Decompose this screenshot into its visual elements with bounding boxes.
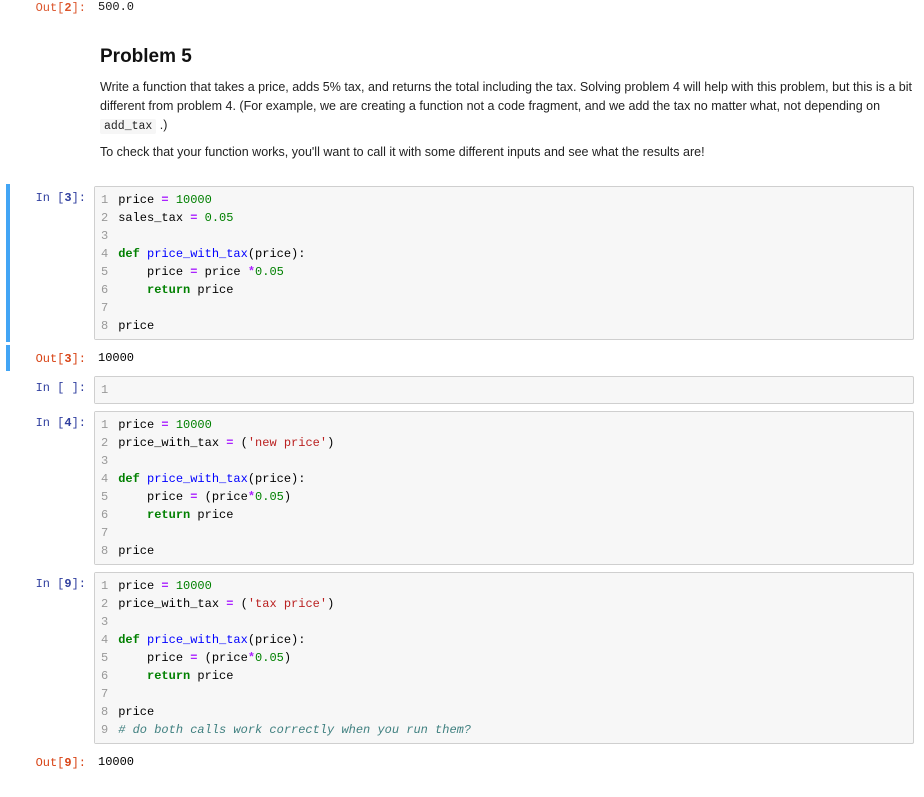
line-number: 3 <box>101 452 108 470</box>
code-lines[interactable]: price = 10000price_with_tax = ('tax pric… <box>114 573 913 743</box>
code-editor-3[interactable]: 12345678 price = 10000sales_tax = 0.05 d… <box>94 186 914 340</box>
code-line[interactable]: def price_with_tax(price): <box>118 245 907 263</box>
code-line[interactable]: price <box>118 317 907 335</box>
line-number: 2 <box>101 434 108 452</box>
line-number: 4 <box>101 470 108 488</box>
line-number: 3 <box>101 613 108 631</box>
line-number: 1 <box>101 381 108 399</box>
code-line[interactable]: price = price *0.05 <box>118 263 907 281</box>
output-value-9: 10000 <box>94 751 914 773</box>
line-number: 6 <box>101 667 108 685</box>
code-line[interactable]: price = 10000 <box>118 191 907 209</box>
code-line[interactable]: sales_tax = 0.05 <box>118 209 907 227</box>
line-number: 5 <box>101 263 108 281</box>
inline-code-addtax: add_tax <box>100 119 156 134</box>
code-cell-9[interactable]: In [9]: 123456789 price = 10000price_wit… <box>10 570 914 746</box>
line-number: 6 <box>101 281 108 299</box>
line-number: 6 <box>101 506 108 524</box>
line-gutter: 1 <box>95 377 114 403</box>
in-prompt-3: In [3]: <box>10 186 94 340</box>
code-lines[interactable]: price = 10000price_with_tax = ('new pric… <box>114 412 913 564</box>
line-gutter: 12345678 <box>95 187 114 339</box>
code-cell-3[interactable]: In [3]: 12345678 price = 10000sales_tax … <box>6 184 914 342</box>
code-line[interactable] <box>118 381 907 399</box>
output-cell-9: Out[9]: 10000 <box>10 749 914 775</box>
line-number: 1 <box>101 416 108 434</box>
markdown-problem-5: Problem 5 Write a function that takes a … <box>10 24 914 174</box>
line-number: 7 <box>101 524 108 542</box>
line-number: 5 <box>101 649 108 667</box>
line-number: 5 <box>101 488 108 506</box>
code-editor-empty[interactable]: 1 <box>94 376 914 404</box>
code-line[interactable]: return price <box>118 506 907 524</box>
code-line[interactable] <box>118 685 907 703</box>
code-lines[interactable] <box>114 377 913 403</box>
out-prompt-top: Out[2]: <box>10 0 94 18</box>
in-prompt-4: In [4]: <box>10 411 94 565</box>
line-number: 7 <box>101 685 108 703</box>
code-line[interactable]: return price <box>118 667 907 685</box>
code-cell-4[interactable]: In [4]: 12345678 price = 10000price_with… <box>10 409 914 567</box>
output-value-top: 500.0 <box>94 0 914 18</box>
in-prompt-9: In [9]: <box>10 572 94 744</box>
code-line[interactable]: price <box>118 542 907 560</box>
notebook: Out[2]: 500.0 Problem 5 Write a function… <box>10 0 914 775</box>
code-line[interactable] <box>118 524 907 542</box>
output-cell-3: Out[3]: 10000 <box>6 345 914 371</box>
line-gutter: 123456789 <box>95 573 114 743</box>
code-line[interactable]: return price <box>118 281 907 299</box>
line-number: 7 <box>101 299 108 317</box>
code-line[interactable]: # do both calls work correctly when you … <box>118 721 907 739</box>
line-number: 2 <box>101 209 108 227</box>
problem-paragraph-2: To check that your function works, you'l… <box>100 143 914 162</box>
output-value-3: 10000 <box>94 347 914 369</box>
line-number: 1 <box>101 577 108 595</box>
line-number: 4 <box>101 631 108 649</box>
out-prompt-9: Out[9]: <box>10 751 94 773</box>
line-number: 1 <box>101 191 108 209</box>
code-line[interactable] <box>118 452 907 470</box>
problem-paragraph-1: Write a function that takes a price, add… <box>100 78 914 135</box>
code-line[interactable]: price = (price*0.05) <box>118 649 907 667</box>
line-number: 4 <box>101 245 108 263</box>
line-number: 8 <box>101 703 108 721</box>
line-gutter: 12345678 <box>95 412 114 564</box>
code-line[interactable] <box>118 613 907 631</box>
in-prompt-empty: In [ ]: <box>10 376 94 404</box>
output-cell-top: Out[2]: 500.0 <box>10 0 914 20</box>
code-line[interactable]: def price_with_tax(price): <box>118 470 907 488</box>
code-line[interactable]: price = 10000 <box>118 416 907 434</box>
code-lines[interactable]: price = 10000sales_tax = 0.05 def price_… <box>114 187 913 339</box>
code-line[interactable]: def price_with_tax(price): <box>118 631 907 649</box>
code-editor-4[interactable]: 12345678 price = 10000price_with_tax = (… <box>94 411 914 565</box>
code-line[interactable]: price <box>118 703 907 721</box>
code-cell-empty[interactable]: In [ ]: 1 <box>10 374 914 406</box>
code-line[interactable] <box>118 227 907 245</box>
line-number: 8 <box>101 317 108 335</box>
code-line[interactable] <box>118 299 907 317</box>
out-prompt-3: Out[3]: <box>10 347 94 369</box>
problem-heading: Problem 5 <box>100 46 914 68</box>
code-line[interactable]: price_with_tax = ('new price') <box>118 434 907 452</box>
code-line[interactable]: price = (price*0.05) <box>118 488 907 506</box>
line-number: 9 <box>101 721 108 739</box>
code-editor-9[interactable]: 123456789 price = 10000price_with_tax = … <box>94 572 914 744</box>
line-number: 3 <box>101 227 108 245</box>
line-number: 2 <box>101 595 108 613</box>
code-line[interactable]: price_with_tax = ('tax price') <box>118 595 907 613</box>
line-number: 8 <box>101 542 108 560</box>
code-line[interactable]: price = 10000 <box>118 577 907 595</box>
